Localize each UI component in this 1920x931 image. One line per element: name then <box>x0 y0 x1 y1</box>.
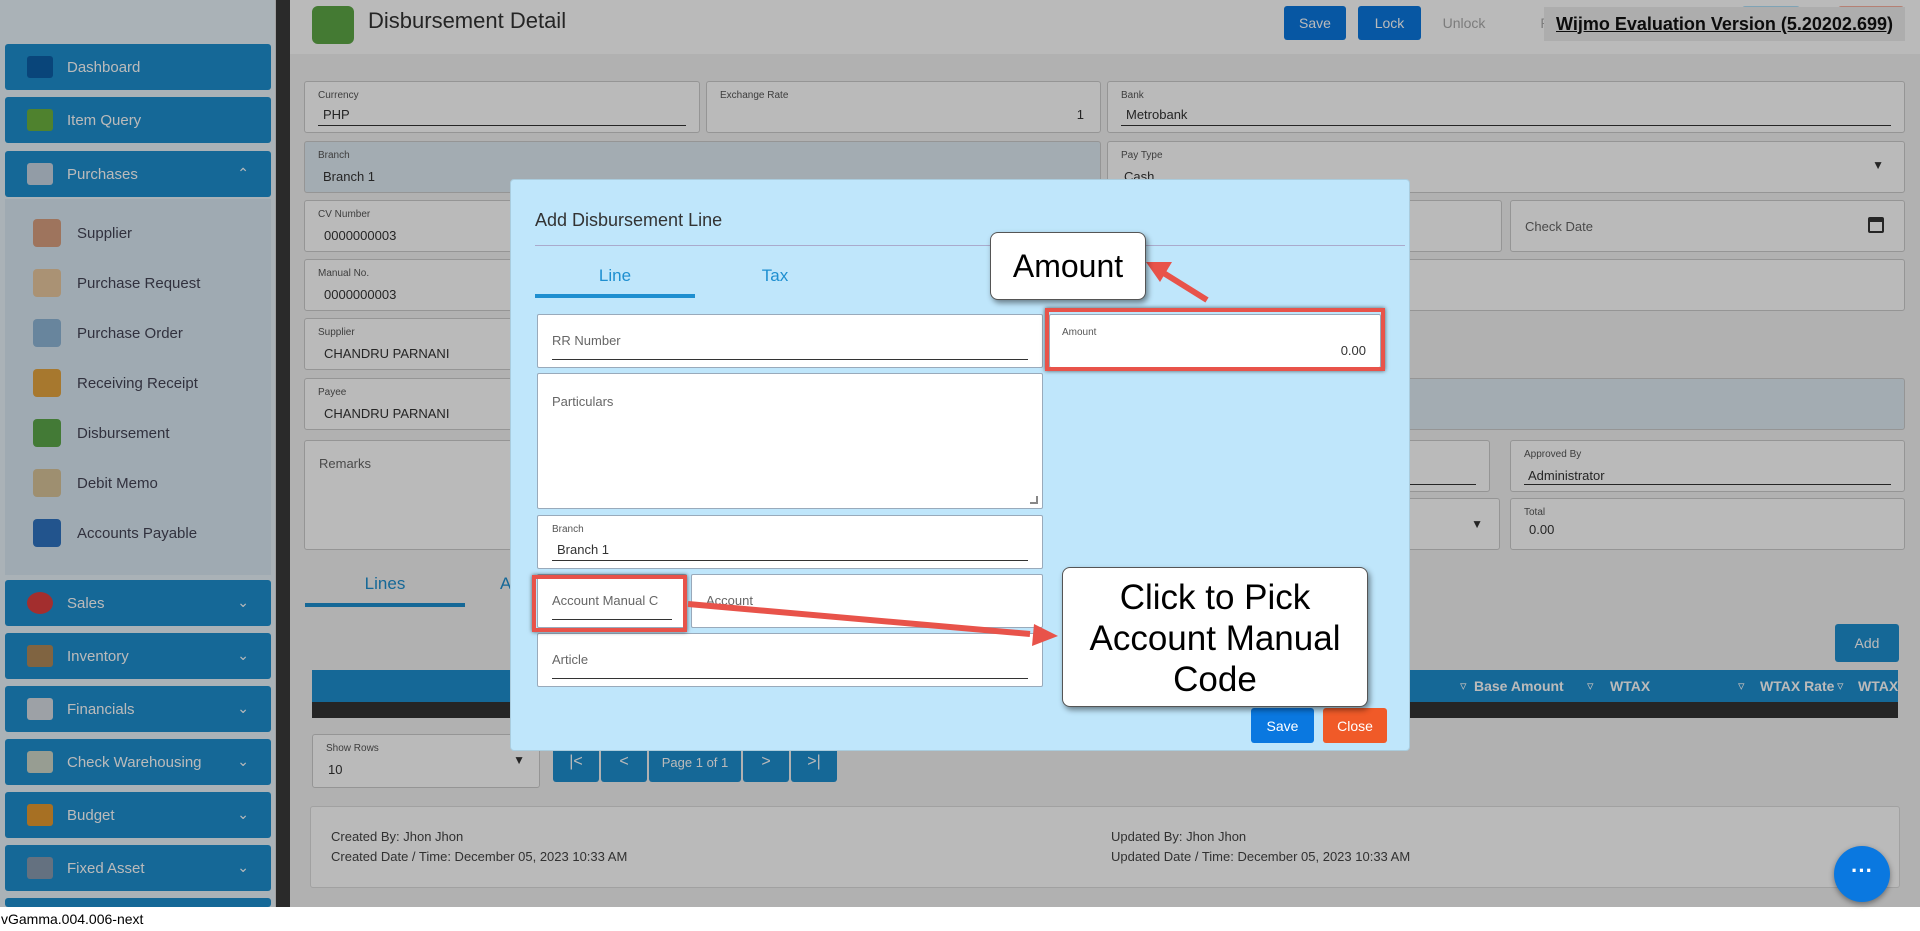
account-callout: Click to Pick Account Manual Code <box>1062 567 1368 707</box>
annotation-arrows <box>687 262 1209 646</box>
arrow-head <box>1032 624 1058 646</box>
arrow-to-amount <box>1160 269 1209 303</box>
arrow-to-callout <box>687 601 1031 637</box>
amount-callout: Amount <box>990 232 1146 300</box>
